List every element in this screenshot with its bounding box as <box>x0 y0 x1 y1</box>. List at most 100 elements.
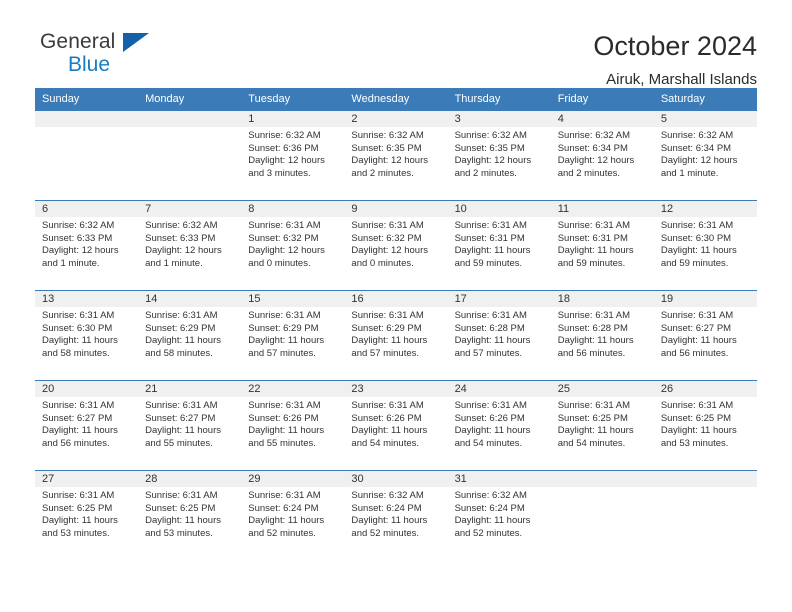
calendar-day-cell[interactable]: 29 Sunrise: 6:31 AM Sunset: 6:24 PM Dayligh… <box>241 470 345 561</box>
day-number: 7 <box>138 201 242 217</box>
daylight-text-line2: and 56 minutes. <box>42 437 110 449</box>
calendar-day-cell[interactable]: 18 Sunrise: 6:31 AM Sunset: 6:28 PM Dayligh… <box>550 290 654 381</box>
calendar-day-cell[interactable]: 30 Sunrise: 6:32 AM Sunset: 6:24 PM Dayligh… <box>344 470 448 561</box>
daylight-text-line2: and 59 minutes. <box>557 257 626 269</box>
day-details: Sunrise: 6:32 AM Sunset: 6:24 PM Daylight:… <box>344 487 447 540</box>
calendar-day-cell[interactable]: 10 Sunrise: 6:31 AM Sunset: 6:31 PM Dayligh… <box>447 200 551 291</box>
calendar-day-cell[interactable]: 24 Sunrise: 6:31 AM Sunset: 6:26 PM Dayligh… <box>447 380 551 471</box>
sunrise-text: Sunrise: 6:32 AM <box>42 220 115 231</box>
calendar-day-cell[interactable]: 5 Sunrise: 6:32 AM Sunset: 6:34 PM Daylight… <box>653 110 757 201</box>
calendar-day-cell[interactable]: 25 Sunrise: 6:31 AM Sunset: 6:25 PM Dayligh… <box>550 380 654 471</box>
day-details: Sunrise: 6:32 AM Sunset: 6:34 PM Daylight:… <box>654 127 757 180</box>
day-details: Sunrise: 6:31 AM Sunset: 6:31 PM Daylight:… <box>448 217 551 270</box>
calendar-day-cell[interactable]: 13 Sunrise: 6:31 AM Sunset: 6:30 PM Dayligh… <box>35 290 139 381</box>
day-details: Sunrise: 6:31 AM Sunset: 6:30 PM Daylight:… <box>35 307 138 360</box>
sunrise-text: Sunrise: 6:32 AM <box>454 130 527 141</box>
calendar-day-cell[interactable]: 14 Sunrise: 6:31 AM Sunset: 6:29 PM Dayligh… <box>138 290 242 381</box>
calendar-day-cell[interactable]: 6 Sunrise: 6:32 AM Sunset: 6:33 PM Daylight… <box>35 200 139 291</box>
day-details: Sunrise: 6:31 AM Sunset: 6:29 PM Daylight:… <box>241 307 344 360</box>
calendar-day-cell[interactable]: 22 Sunrise: 6:31 AM Sunset: 6:26 PM Dayligh… <box>241 380 345 471</box>
calendar-day-cell[interactable]: 7 Sunrise: 6:32 AM Sunset: 6:33 PM Daylight… <box>138 200 242 291</box>
calendar-day-cell[interactable]: 19 Sunrise: 6:31 AM Sunset: 6:27 PM Dayligh… <box>653 290 757 381</box>
calendar-header-row: Sunday Monday Tuesday Wednesday Thursday… <box>35 88 757 111</box>
sunset-text: Sunset: 6:35 PM <box>351 142 422 154</box>
daylight-text-line2: and 0 minutes. <box>351 257 414 269</box>
calendar-day-cell[interactable]: 9 Sunrise: 6:31 AM Sunset: 6:32 PM Daylight… <box>344 200 448 291</box>
calendar-day-cell[interactable]: 15 Sunrise: 6:31 AM Sunset: 6:29 PM Dayligh… <box>241 290 345 381</box>
day-details: Sunrise: 6:31 AM Sunset: 6:28 PM Daylight:… <box>551 307 654 360</box>
day-number: 17 <box>447 291 551 307</box>
sunrise-text: Sunrise: 6:31 AM <box>42 310 115 321</box>
day-cell-inner: 16 Sunrise: 6:31 AM Sunset: 6:29 PM Dayligh… <box>344 291 448 380</box>
general-blue-logo[interactable]: General Blue <box>35 30 165 82</box>
daylight-text-line1: Daylight: 11 hours <box>557 425 634 437</box>
daylight-text-line1: Daylight: 12 hours <box>351 155 428 167</box>
calendar-day-cell[interactable]: 31 Sunrise: 6:32 AM Sunset: 6:24 PM Dayligh… <box>447 470 551 561</box>
weekday-header-sunday: Sunday <box>35 88 139 111</box>
day-cell-inner: 7 Sunrise: 6:32 AM Sunset: 6:33 PM Daylight… <box>138 201 242 290</box>
calendar-day-cell[interactable]: 12 Sunrise: 6:31 AM Sunset: 6:30 PM Dayligh… <box>653 200 757 291</box>
calendar-day-cell[interactable]: 2 Sunrise: 6:32 AM Sunset: 6:35 PM Daylight… <box>344 110 448 201</box>
calendar-day-cell[interactable]: 11 Sunrise: 6:31 AM Sunset: 6:31 PM Dayligh… <box>550 200 654 291</box>
day-number: 19 <box>653 291 757 307</box>
sunrise-text: Sunrise: 6:31 AM <box>454 220 527 231</box>
calendar-day-cell[interactable]: 26 Sunrise: 6:31 AM Sunset: 6:25 PM Dayligh… <box>653 380 757 471</box>
calendar-day-cell[interactable]: 16 Sunrise: 6:31 AM Sunset: 6:29 PM Dayligh… <box>344 290 448 381</box>
day-number: 3 <box>447 111 551 127</box>
day-cell-inner: 21 Sunrise: 6:31 AM Sunset: 6:27 PM Dayligh… <box>138 381 242 470</box>
daylight-text-line1: Daylight: 12 hours <box>660 155 738 167</box>
sunset-text: Sunset: 6:34 PM <box>557 142 628 154</box>
day-number: 2 <box>344 111 448 127</box>
calendar-body: 1 Sunrise: 6:32 AM Sunset: 6:36 PM Daylight… <box>35 110 757 561</box>
sunrise-text: Sunrise: 6:31 AM <box>351 220 424 231</box>
calendar-day-cell[interactable]: 8 Sunrise: 6:31 AM Sunset: 6:32 PM Daylight… <box>241 200 345 291</box>
day-number: 22 <box>241 381 345 397</box>
calendar-day-cell[interactable]: 20 Sunrise: 6:31 AM Sunset: 6:27 PM Dayligh… <box>35 380 139 471</box>
day-details: Sunrise: 6:32 AM Sunset: 6:24 PM Daylight:… <box>448 487 551 540</box>
day-number: 16 <box>344 291 448 307</box>
day-number: 24 <box>447 381 551 397</box>
calendar-day-cell[interactable]: 1 Sunrise: 6:32 AM Sunset: 6:36 PM Daylight… <box>241 110 345 201</box>
daylight-text-line2: and 57 minutes. <box>454 347 523 359</box>
calendar-week-row: 1 Sunrise: 6:32 AM Sunset: 6:36 PM Daylight… <box>35 110 757 201</box>
sunrise-text: Sunrise: 6:31 AM <box>557 310 631 321</box>
sunset-text: Sunset: 6:35 PM <box>454 142 525 154</box>
day-details <box>654 487 757 490</box>
calendar-day-cell-empty <box>653 470 757 561</box>
page-header: General Blue October 2024 Airuk, Marshal… <box>0 0 792 88</box>
calendar-day-cell[interactable]: 28 Sunrise: 6:31 AM Sunset: 6:25 PM Dayligh… <box>138 470 242 561</box>
calendar-day-cell[interactable]: 3 Sunrise: 6:32 AM Sunset: 6:35 PM Daylight… <box>447 110 551 201</box>
calendar-day-cell[interactable]: 17 Sunrise: 6:31 AM Sunset: 6:28 PM Dayligh… <box>447 290 551 381</box>
day-number: 27 <box>35 471 139 487</box>
daylight-text-line1: Daylight: 11 hours <box>557 245 634 257</box>
calendar-table: Sunday Monday Tuesday Wednesday Thursday… <box>35 88 757 561</box>
calendar-day-cell[interactable]: 27 Sunrise: 6:31 AM Sunset: 6:25 PM Dayligh… <box>35 470 139 561</box>
day-number: 14 <box>138 291 242 307</box>
calendar-day-cell[interactable]: 4 Sunrise: 6:32 AM Sunset: 6:34 PM Daylight… <box>550 110 654 201</box>
daylight-text-line1: Daylight: 11 hours <box>351 335 428 347</box>
sunrise-text: Sunrise: 6:31 AM <box>42 400 115 411</box>
sunrise-text: Sunrise: 6:32 AM <box>454 490 527 501</box>
calendar-day-cell[interactable]: 23 Sunrise: 6:31 AM Sunset: 6:26 PM Dayligh… <box>344 380 448 471</box>
weekday-header-saturday: Saturday <box>653 88 757 111</box>
calendar-day-cell[interactable]: 21 Sunrise: 6:31 AM Sunset: 6:27 PM Dayligh… <box>138 380 242 471</box>
sunset-text: Sunset: 6:27 PM <box>660 322 732 334</box>
day-number: 11 <box>550 201 654 217</box>
sunrise-text: Sunrise: 6:32 AM <box>145 220 218 231</box>
daylight-text-line2: and 56 minutes. <box>660 347 729 359</box>
daylight-text-line2: and 2 minutes. <box>351 167 414 179</box>
daylight-text-line2: and 56 minutes. <box>557 347 626 359</box>
daylight-text-line2: and 57 minutes. <box>351 347 420 359</box>
day-number: 30 <box>344 471 448 487</box>
day-details: Sunrise: 6:31 AM Sunset: 6:26 PM Daylight:… <box>448 397 551 450</box>
sunrise-text: Sunrise: 6:31 AM <box>557 220 631 231</box>
sunset-text: Sunset: 6:30 PM <box>660 232 732 244</box>
day-cell-inner: 17 Sunrise: 6:31 AM Sunset: 6:28 PM Dayligh… <box>447 291 551 380</box>
daylight-text-line2: and 53 minutes. <box>660 437 729 449</box>
daylight-text-line1: Daylight: 12 hours <box>557 155 635 167</box>
day-cell-inner: 29 Sunrise: 6:31 AM Sunset: 6:24 PM Dayligh… <box>241 471 345 561</box>
daylight-text-line1: Daylight: 11 hours <box>42 425 118 437</box>
logo-secondary-text: Blue <box>68 53 111 76</box>
daylight-text-line2: and 1 minute. <box>660 167 719 179</box>
day-details: Sunrise: 6:32 AM Sunset: 6:35 PM Daylight:… <box>344 127 447 180</box>
